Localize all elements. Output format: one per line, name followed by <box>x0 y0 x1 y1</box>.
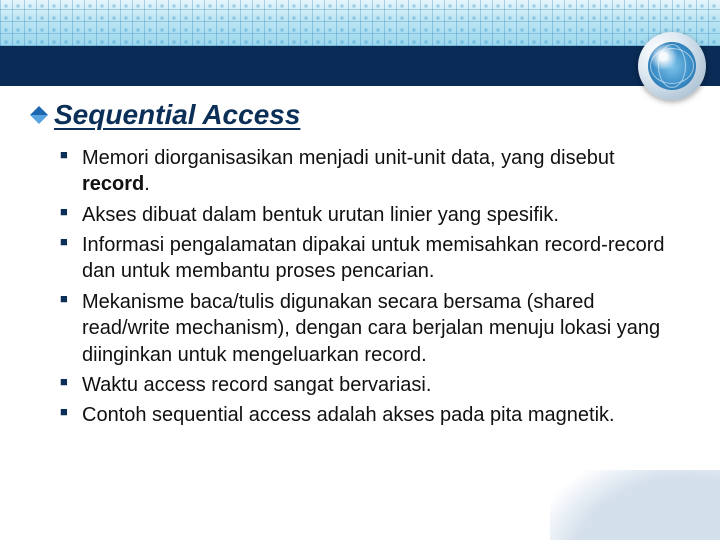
list-item: Memori diorganisasikan menjadi unit-unit… <box>60 145 684 198</box>
heading-row: Sequential Access <box>30 100 684 131</box>
list-item: Informasi pengalamatan dipakai untuk mem… <box>60 232 684 285</box>
bullet-list: Memori diorganisasikan menjadi unit-unit… <box>60 145 684 429</box>
list-item: Contoh sequential access adalah akses pa… <box>60 402 684 428</box>
bullet-text: Memori diorganisasikan menjadi unit-unit… <box>82 147 615 169</box>
list-item: Akses dibuat dalam bentuk urutan linier … <box>60 202 684 228</box>
diamond-bullet-icon <box>30 106 48 115</box>
slide-heading: Sequential Access <box>54 100 300 131</box>
bullet-text: Contoh sequential access adalah akses pa… <box>82 404 615 426</box>
content-area: Sequential Access Memori diorganisasikan… <box>30 100 684 433</box>
bullet-bold: record <box>82 173 144 195</box>
header-band <box>0 0 720 86</box>
list-item: Waktu access record sangat bervariasi. <box>60 372 684 398</box>
globe-logo <box>644 38 700 94</box>
corner-decoration <box>550 470 720 540</box>
bullet-text: Mekanisme baca/tulis digunakan secara be… <box>82 291 660 366</box>
bullet-text-post: . <box>144 173 150 195</box>
list-item: Mekanisme baca/tulis digunakan secara be… <box>60 289 684 368</box>
globe-icon <box>648 42 696 90</box>
slide: Sequential Access Memori diorganisasikan… <box>0 0 720 540</box>
bullet-text: Informasi pengalamatan dipakai untuk mem… <box>82 234 665 282</box>
bullet-text: Akses dibuat dalam bentuk urutan linier … <box>82 204 559 226</box>
bullet-text: Waktu access record sangat bervariasi. <box>82 374 431 396</box>
